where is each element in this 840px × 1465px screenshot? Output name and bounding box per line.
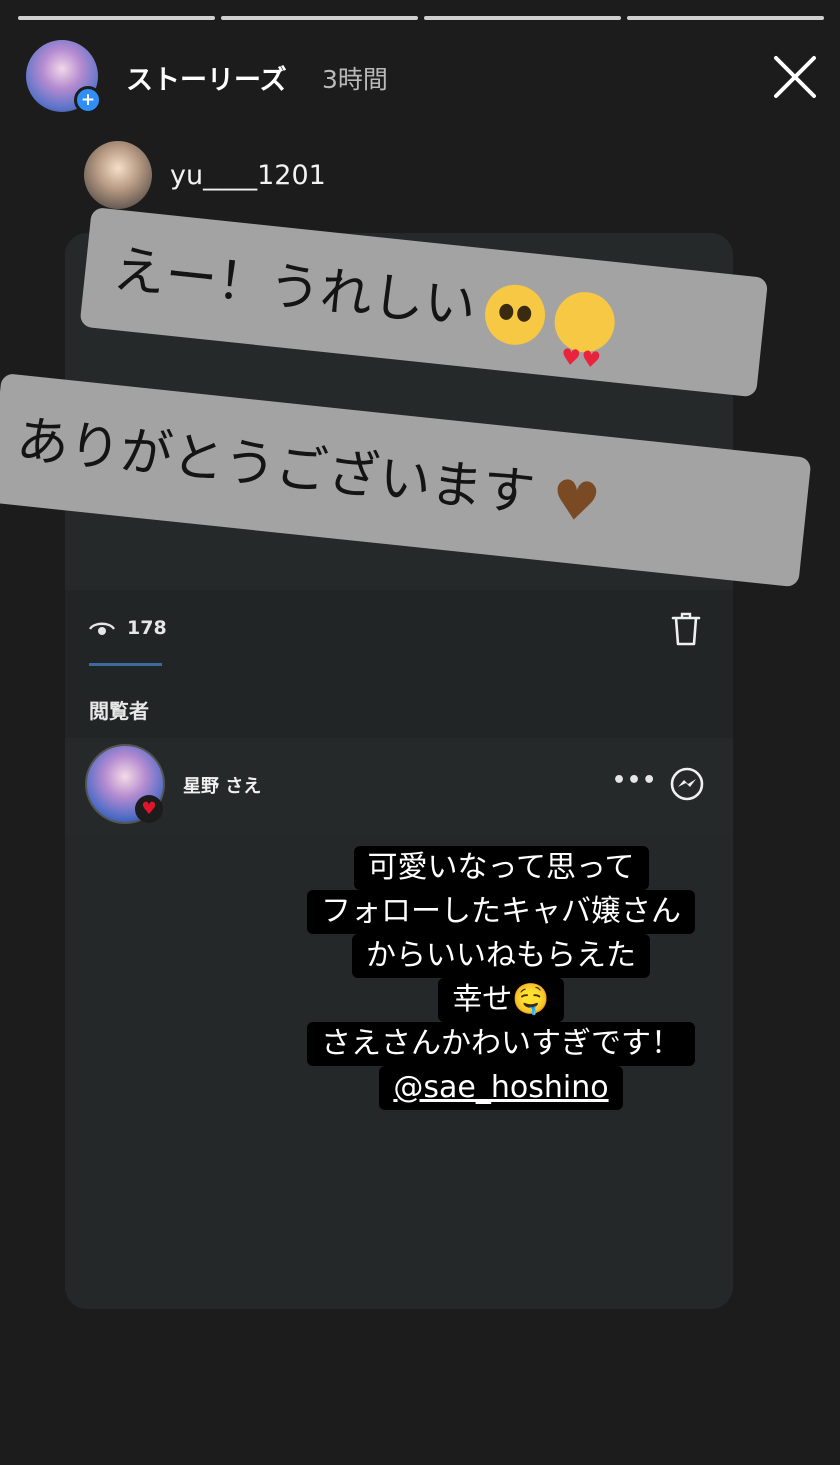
story-caption: 可愛いなって思って フォローしたキャバ嬢さん からいいねもらえた 幸せ🤤 さえさ… [286,846,716,1110]
caption-line: からいいねもらえた [286,934,716,978]
viewers-heading: 閲覧者 [89,699,149,723]
pleading-face-emoji-icon [482,281,549,348]
poster-avatar[interactable] [84,141,152,209]
caption-text: 幸せ🤤 [438,978,564,1022]
trash-icon[interactable] [671,612,701,646]
sticker-text: ありがとうございます [13,410,538,525]
my-avatar[interactable]: + [26,40,102,114]
progress-segment [627,16,824,20]
progress-segment [221,16,418,20]
views-count[interactable]: 178 [127,617,167,639]
caption-line: 可愛いなって思って [286,846,716,890]
caption-line: さえさんかわいすぎです！ [286,1022,716,1066]
caption-text: フォローしたキャバ嬢さん [307,890,695,934]
caption-text: 可愛いなって思って [353,846,649,890]
poster-username[interactable]: yu____1201 [170,160,326,191]
progress-segment [424,16,621,20]
brown-heart-emoji-icon: ♥ [548,467,604,536]
more-icon[interactable]: ••• [612,768,657,793]
views-bar: 178 [65,590,733,666]
eye-icon [89,622,115,635]
sticker-text: えー！うれしい [110,239,479,338]
close-icon[interactable] [770,52,820,102]
heart-eyes-emoji-icon [551,289,618,356]
heart-icon: ♥ [135,795,163,823]
caption-line: 幸せ🤤 [286,978,716,1022]
viewer-row[interactable]: ♥ 星野 さえ ••• [65,738,733,838]
caption-line: @sae_hoshino [286,1066,716,1110]
caption-line: フォローしたキャバ嬢さん [286,890,716,934]
caption-text: さえさんかわいすぎです！ [307,1022,695,1066]
caption-text: からいいねもらえた [352,934,650,978]
plus-icon[interactable]: + [74,86,102,114]
viewer-name[interactable]: 星野 さえ [183,772,261,798]
story-title: ストーリーズ [126,65,287,96]
story-timestamp: 3時間 [322,65,388,94]
mention-link[interactable]: @sae_hoshino [379,1066,623,1110]
active-tab-indicator [89,663,162,666]
progress-segment [18,16,215,20]
story-progress-bar [18,16,824,21]
messenger-icon[interactable] [669,766,705,802]
